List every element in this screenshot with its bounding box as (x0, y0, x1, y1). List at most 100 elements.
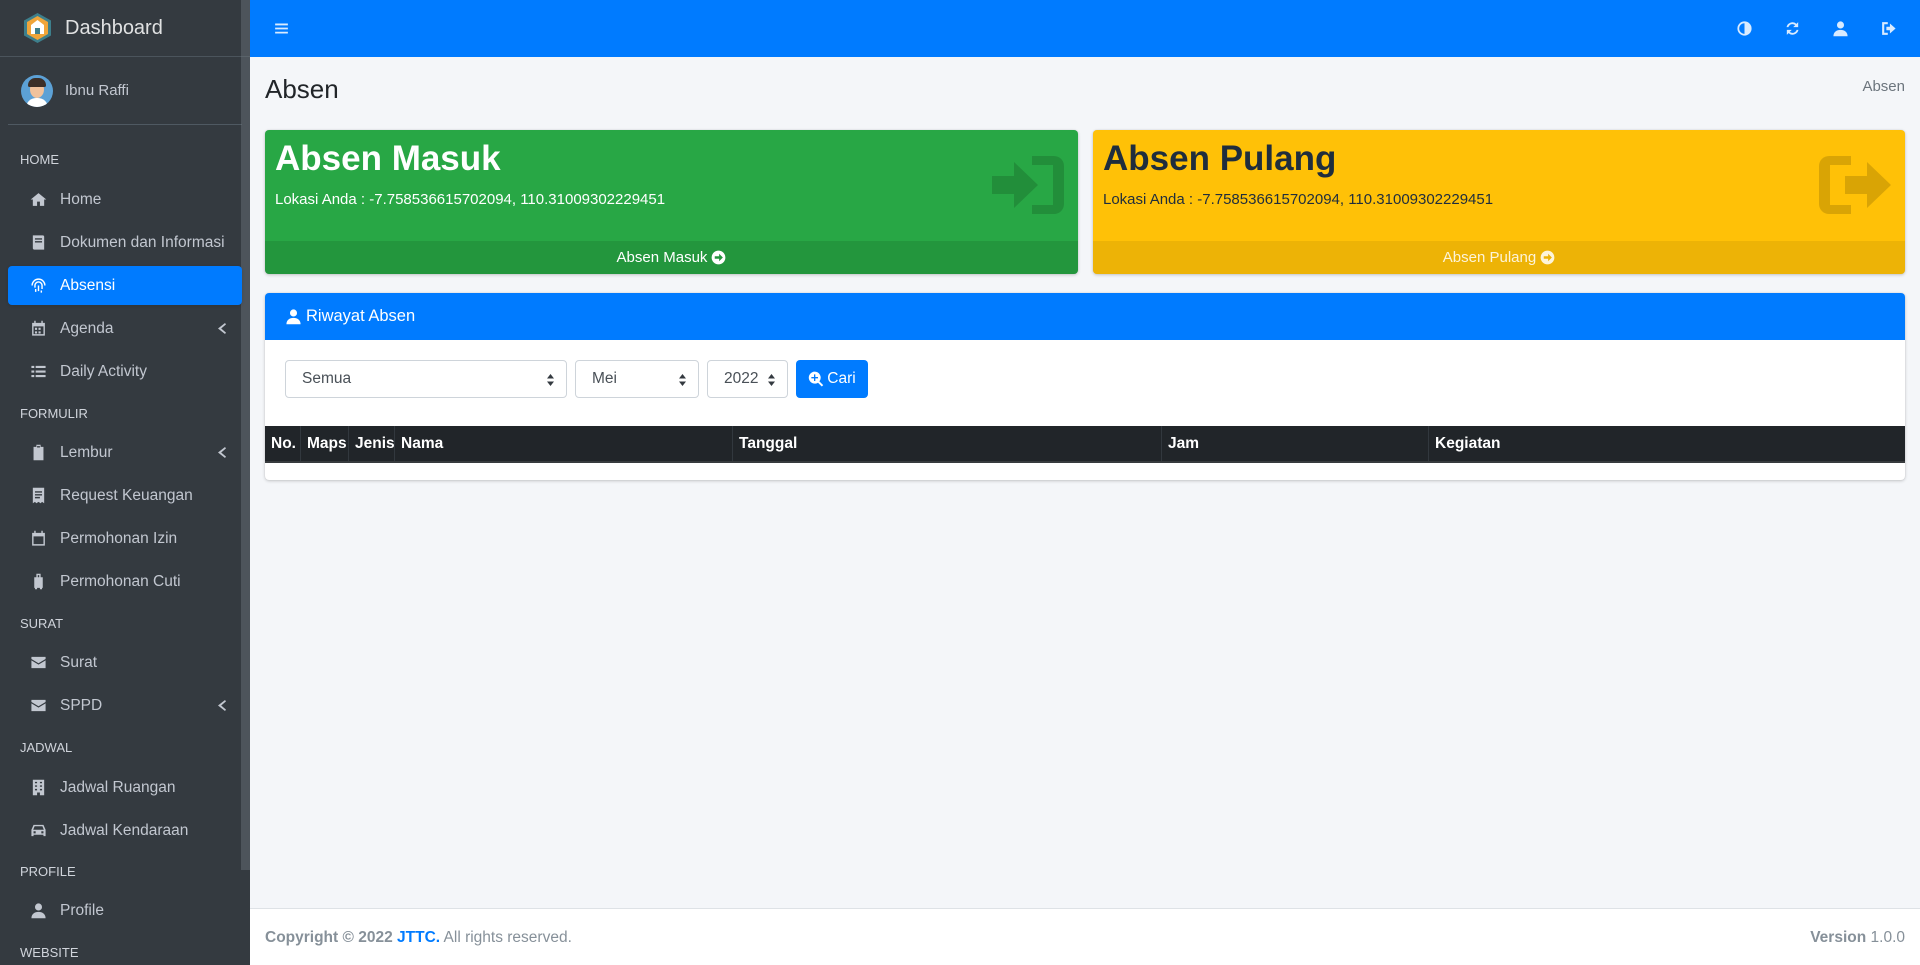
refresh-icon[interactable] (1782, 18, 1802, 38)
nav-header-formulir: FORMULIR (20, 406, 88, 421)
filter-bar: Semua Mei 2022 Cari (285, 360, 868, 398)
sidebar-item-jadwal-kendaraan[interactable]: Jadwal Kendaraan (8, 811, 242, 850)
book-icon (28, 233, 48, 253)
user-icon (286, 309, 301, 325)
car-icon (28, 821, 48, 841)
sidebar-item-surat[interactable]: Surat (8, 643, 242, 682)
sidebar-item-daily-activity[interactable]: Daily Activity (8, 352, 242, 391)
brand-link[interactable]: Dashboard (0, 0, 250, 57)
sidebar-item-profile[interactable]: Profile (8, 891, 242, 930)
search-button[interactable]: Cari (796, 360, 868, 398)
list-icon (28, 362, 48, 382)
top-navbar (250, 0, 1920, 57)
absen-pulang-location: Lokasi Anda : -7.758536615702094, 110.31… (1103, 190, 1494, 208)
arrow-circle-right-icon (1540, 250, 1555, 265)
sidebar-item-label: Absensi (60, 276, 116, 294)
building-icon (28, 778, 48, 798)
company-link[interactable]: JTTC. (397, 929, 440, 946)
type-select[interactable]: Semua (285, 360, 567, 398)
sidebar-item-permohonan-izin[interactable]: Permohonan Izin (8, 519, 242, 558)
riwayat-absen-title: Riwayat Absen (306, 307, 416, 325)
column-header-no: No. (265, 426, 301, 461)
main-footer: Copyright © 2022 JTTC. All rights reserv… (250, 908, 1920, 965)
sidebar-scrollbar[interactable] (241, 0, 250, 870)
version-number: 1.0.0 (1870, 929, 1905, 946)
absen-masuk-location: Lokasi Anda : -7.758536615702094, 110.31… (275, 190, 666, 208)
version-info: Version 1.0.0 (1810, 929, 1905, 947)
sort-arrows-icon (547, 374, 554, 386)
brand-title: Dashboard (65, 16, 163, 39)
user-icon[interactable] (1830, 18, 1850, 38)
sidebar-item-agenda[interactable]: Agenda (8, 309, 242, 348)
sign-out-icon (1819, 156, 1891, 214)
user-icon (28, 901, 48, 921)
rights-text: All rights reserved. (443, 929, 572, 946)
copyright: Copyright © 2022 JTTC. All rights reserv… (265, 929, 572, 947)
brand-logo-icon (24, 13, 51, 43)
sign-out-icon[interactable] (1878, 18, 1898, 38)
calendar-icon (28, 319, 48, 339)
column-header-maps: Maps (301, 426, 349, 461)
year-select-value: 2022 (724, 370, 759, 387)
sidebar-item-label: Daily Activity (60, 362, 147, 380)
sidebar-item-permohonan-cuti[interactable]: Permohonan Cuti (8, 562, 242, 601)
user-name[interactable]: Ibnu Raffi (65, 82, 129, 99)
absen-masuk-button[interactable]: Absen Masuk (265, 241, 1078, 274)
column-header-jenis: Jenis (349, 426, 395, 461)
month-select[interactable]: Mei (575, 360, 699, 398)
chevron-left-icon (218, 323, 226, 334)
bars-icon[interactable] (271, 18, 291, 38)
home-icon (28, 190, 48, 210)
sidebar-item-home[interactable]: Home (8, 180, 242, 219)
sidebar-item-label: Agenda (60, 319, 114, 337)
riwayat-absen-card: Riwayat Absen Semua Mei 2022 Cari No. Ma… (265, 293, 1905, 480)
sidebar-item-label: SPPD (60, 696, 103, 714)
nav-header-jadwal: JADWAL (20, 740, 73, 755)
user-panel[interactable]: Ibnu Raffi (8, 57, 242, 125)
sidebar-item-dokumen[interactable]: Dokumen dan Informasi (8, 223, 242, 262)
suitcase-icon (28, 572, 48, 592)
absen-pulang-box: Absen Pulang Lokasi Anda : -7.7585366157… (1093, 130, 1905, 274)
sidebar-item-request-keuangan[interactable]: Request Keuangan (8, 476, 242, 515)
main-sidebar: Dashboard Ibnu Raffi HOME Home Dokumen d… (0, 0, 250, 965)
search-button-label: Cari (827, 370, 856, 387)
sort-arrows-icon (679, 374, 686, 386)
absen-pulang-button[interactable]: Absen Pulang (1093, 241, 1905, 274)
chevron-left-icon (218, 447, 226, 458)
sign-in-icon (992, 156, 1064, 214)
sidebar-item-label: Home (60, 190, 102, 208)
nav-header-website: WEBSITE (20, 945, 79, 960)
avatar (21, 74, 53, 107)
copyright-prefix: Copyright © 2022 (265, 929, 393, 946)
contrast-icon[interactable] (1734, 18, 1754, 38)
sidebar-item-label: Profile (60, 901, 104, 919)
sidebar-item-lembur[interactable]: Lembur (8, 433, 242, 472)
sort-arrows-icon (768, 374, 775, 386)
sidebar-item-label: Lembur (60, 443, 113, 461)
year-select[interactable]: 2022 (707, 360, 788, 398)
nav-header-home: HOME (20, 152, 59, 167)
absen-masuk-button-label: Absen Masuk (616, 249, 708, 266)
sidebar-item-label: Jadwal Ruangan (60, 778, 176, 796)
nav-header-surat: SURAT (20, 616, 64, 631)
column-header-tanggal: Tanggal (733, 426, 1162, 461)
sidebar-item-sppd[interactable]: SPPD (8, 686, 242, 725)
column-header-nama: Nama (395, 426, 733, 461)
absen-masuk-title: Absen Masuk (275, 139, 501, 178)
month-select-value: Mei (592, 370, 617, 387)
sidebar-item-label: Permohonan Cuti (60, 572, 181, 590)
column-header-kegiatan: Kegiatan (1435, 434, 1501, 452)
version-label: Version (1810, 929, 1867, 946)
page-title: Absen (265, 74, 339, 104)
search-plus-icon (809, 371, 824, 387)
breadcrumb[interactable]: Absen (1862, 78, 1905, 95)
envelope-icon (28, 696, 48, 716)
sidebar-item-label: Jadwal Kendaraan (60, 821, 189, 839)
sidebar-item-label: Request Keuangan (60, 486, 193, 504)
sidebar-item-jadwal-ruangan[interactable]: Jadwal Ruangan (8, 768, 242, 807)
type-select-value: Semua (302, 370, 352, 387)
sidebar-item-label: Permohonan Izin (60, 529, 178, 547)
arrow-circle-right-icon (712, 250, 726, 265)
sidebar-item-absensi[interactable]: Absensi (8, 266, 242, 305)
table-header: No. Maps Jenis Nama Tanggal Jam Kegiatan (265, 426, 1905, 463)
